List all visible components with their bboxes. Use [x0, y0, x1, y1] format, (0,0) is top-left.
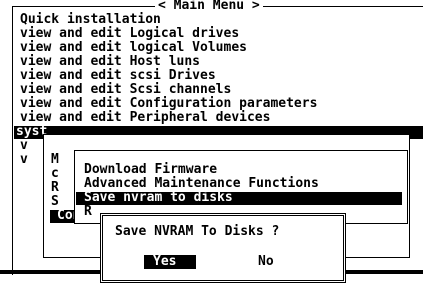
dialog-no-button[interactable]: No	[258, 255, 274, 269]
bottom-left-bar	[0, 270, 100, 274]
menu-item-configuration-parameters[interactable]: view and edit Configuration parameters	[20, 97, 317, 111]
submenu-partial-char: S	[51, 194, 59, 209]
menu-item-scsi-drives[interactable]: view and edit scsi Drives	[20, 69, 216, 83]
submenu-item-save-nvram[interactable]: Save nvram to disks	[84, 191, 233, 205]
bottom-right-bar	[345, 270, 423, 274]
main-menu-title: < Main Menu >	[155, 0, 263, 13]
submenu-partial-char: R	[51, 180, 59, 195]
menu-item-peripheral-devices[interactable]: view and edit Peripheral devices	[20, 111, 270, 125]
submenu-item-download-firmware[interactable]: Download Firmware	[84, 163, 217, 177]
menu-item-logical-drives[interactable]: view and edit Logical drives	[20, 27, 239, 41]
submenu-partial-char: c	[51, 166, 59, 181]
submenu-item-advanced-maintenance[interactable]: Advanced Maintenance Functions	[84, 177, 319, 191]
submenu-item-r[interactable]: R	[84, 205, 92, 219]
dialog-yes-label: Yes	[153, 254, 177, 269]
menu-item-logical-volumes[interactable]: view and edit logical Volumes	[20, 41, 247, 55]
menu-item-quick-installation[interactable]: Quick installation	[20, 13, 161, 27]
submenu-partial-char: M	[51, 152, 59, 167]
main-menu-partial-char: v	[20, 138, 28, 153]
menu-item-host-luns[interactable]: view and edit Host luns	[20, 55, 200, 69]
menu-item-scsi-channels[interactable]: view and edit Scsi channels	[20, 83, 231, 97]
main-menu-partial-char: v	[20, 152, 28, 167]
save-nvram-dialog-title: Save NVRAM To Disks ?	[115, 224, 280, 239]
